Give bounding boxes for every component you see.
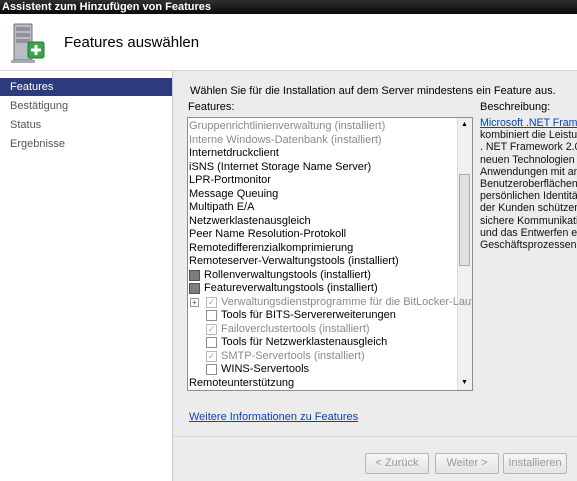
feature-label: iSNS (Internet Storage Name Server) [189, 160, 372, 173]
description-line: sichere Kommunikation u [480, 214, 577, 227]
feature-checkbox-checked[interactable]: ✓ [206, 350, 217, 362]
feature-checkbox[interactable] [206, 310, 217, 321]
description-line: und das Entwerfen eine [480, 226, 577, 239]
feature-label: Peer Name Resolution-Protokoll [189, 228, 347, 240]
feature-row[interactable]: Tools für Netzwerklastenausgleich [188, 336, 458, 349]
scroll-down-button[interactable]: ▼ [458, 376, 471, 389]
feature-label: Rollenverwaltungstools (installiert) [204, 268, 371, 281]
server-add-feature-icon [11, 23, 45, 63]
description-line: kombiniert die Leistungs [480, 129, 577, 142]
feature-row[interactable]: Remoteunterstützung [188, 377, 458, 390]
back-button[interactable]: < Zurück [365, 453, 429, 474]
description-line: Geschäftsprozessen erm [480, 239, 577, 252]
feature-checkbox[interactable] [206, 337, 217, 348]
feature-label: Featureverwaltungstools (installiert) [204, 282, 378, 294]
feature-row[interactable]: Message Queuing [188, 188, 458, 201]
description-link[interactable]: Microsoft .NET Framewo [480, 117, 577, 129]
wizard-footer: < Zurück Weiter > Installieren [172, 436, 577, 481]
feature-row[interactable]: Peer Name Resolution-Protokoll [188, 228, 458, 241]
feature-label: LPR-Portmonitor [189, 174, 271, 186]
feature-row[interactable]: ✓ SMTP-Servertools (installiert) [188, 350, 458, 363]
feature-label: Message Queuing [189, 187, 279, 200]
intro-text: Wählen Sie für die Installation auf dem … [190, 85, 556, 97]
window-title: Assistent zum Hinzufügen von Features [2, 1, 212, 13]
more-info-link[interactable]: Weitere Informationen zu Features [189, 411, 358, 423]
next-button[interactable]: Weiter > [435, 453, 499, 474]
feature-label: Internetdruckclient [189, 147, 279, 159]
feature-label: Verwaltungsdienstprogramme für die BitLo… [221, 295, 472, 308]
feature-label: Tools für BITS-Servererweiterungen [221, 309, 396, 321]
feature-label: Netzwerklastenausgleich [189, 214, 311, 227]
features-tree[interactable]: ▲ ▼ Gruppenrichtlinienverwaltung (instal… [187, 117, 473, 391]
nav-item-ergebnisse[interactable]: Ergebnisse [0, 135, 172, 153]
features-label: Features: [188, 101, 235, 113]
description-line: . NET Framework 2.0 [480, 141, 577, 154]
feature-row[interactable]: Gruppenrichtlinienverwaltung (installier… [188, 120, 458, 133]
feature-row[interactable]: Netzwerklastenausgleich [188, 215, 458, 228]
feature-label: Remoteserver-Verwaltungstools (installie… [189, 255, 399, 267]
features-scrollbar[interactable]: ▲ ▼ [457, 118, 472, 390]
feature-checkbox-checked[interactable]: ✓ [206, 323, 217, 335]
feature-row[interactable]: Remoteserver-Verwaltungstools (installie… [188, 255, 458, 268]
feature-label: Interne Windows-Datenbank (installiert) [189, 133, 382, 146]
feature-checkbox-partial[interactable] [189, 269, 200, 281]
scroll-thumb[interactable] [459, 174, 470, 266]
feature-row[interactable]: LPR-Portmonitor [188, 174, 458, 187]
feature-row[interactable]: ✓ Failoverclustertools (installiert) [188, 323, 458, 336]
feature-checkbox-checked[interactable]: ✓ [206, 296, 217, 308]
page-title: Features auswählen [64, 34, 200, 51]
feature-row[interactable]: Tools für BITS-Servererweiterungen [188, 309, 458, 322]
description-line: Benutzeroberflächen, di [480, 178, 577, 191]
description-text: Microsoft .NET Framewo kombiniert die Le… [480, 117, 577, 297]
nav-item-status[interactable]: Status [0, 116, 172, 134]
window-title-bar: Assistent zum Hinzufügen von Features [0, 0, 577, 14]
feature-row[interactable]: + ✓ Verwaltungsdienstprogramme für die Bit… [188, 296, 472, 309]
feature-row[interactable]: Remotedifferenzialkomprimierung [188, 242, 458, 255]
feature-row[interactable]: Rollenverwaltungstools (installiert) [188, 269, 458, 282]
feature-label: Gruppenrichtlinienverwaltung (installier… [189, 120, 386, 132]
feature-row[interactable]: iSNS (Internet Storage Name Server) [188, 161, 458, 174]
description-line: der Kunden schützen, n [480, 202, 577, 215]
feature-checkbox-partial[interactable] [189, 283, 200, 294]
wizard-steps-nav: Features Bestätigung Status Ergebnisse [0, 71, 172, 480]
description-line: persönlichen Identitätsin [480, 190, 577, 203]
feature-checkbox[interactable] [206, 364, 217, 375]
feature-row[interactable]: Multipath E/A [188, 201, 458, 214]
feature-row[interactable]: Interne Windows-Datenbank (installiert) [188, 134, 458, 147]
feature-row[interactable]: WINS-Servertools [188, 363, 458, 376]
feature-label: Remotedifferenzialkomprimierung [189, 241, 354, 254]
feature-label: Failoverclustertools (installiert) [221, 322, 370, 335]
feature-label: Tools für Netzwerklastenausgleich [221, 336, 388, 348]
description-line: neuen Technologien zur [480, 153, 577, 166]
content-pane: Wählen Sie für die Installation auf dem … [172, 71, 577, 436]
wizard-header: Features auswählen [0, 14, 577, 71]
nav-item-bestätigung[interactable]: Bestätigung [0, 97, 172, 115]
feature-row[interactable]: Internetdruckclient [188, 147, 458, 160]
feature-label: Multipath E/A [189, 201, 255, 213]
feature-label: SMTP-Servertools (installiert) [221, 349, 365, 362]
nav-item-features[interactable]: Features [0, 78, 172, 96]
scroll-up-button[interactable]: ▲ [458, 118, 471, 131]
feature-label: WINS-Servertools [221, 363, 310, 375]
expand-icon[interactable]: + [190, 297, 199, 307]
description-line: Anwendungen mit anspr [480, 165, 577, 178]
install-button[interactable]: Installieren [503, 453, 567, 474]
feature-row[interactable]: Featureverwaltungstools (installiert) [188, 282, 458, 295]
feature-label: Remoteunterstützung [189, 376, 295, 389]
description-label: Beschreibung: [480, 101, 551, 113]
